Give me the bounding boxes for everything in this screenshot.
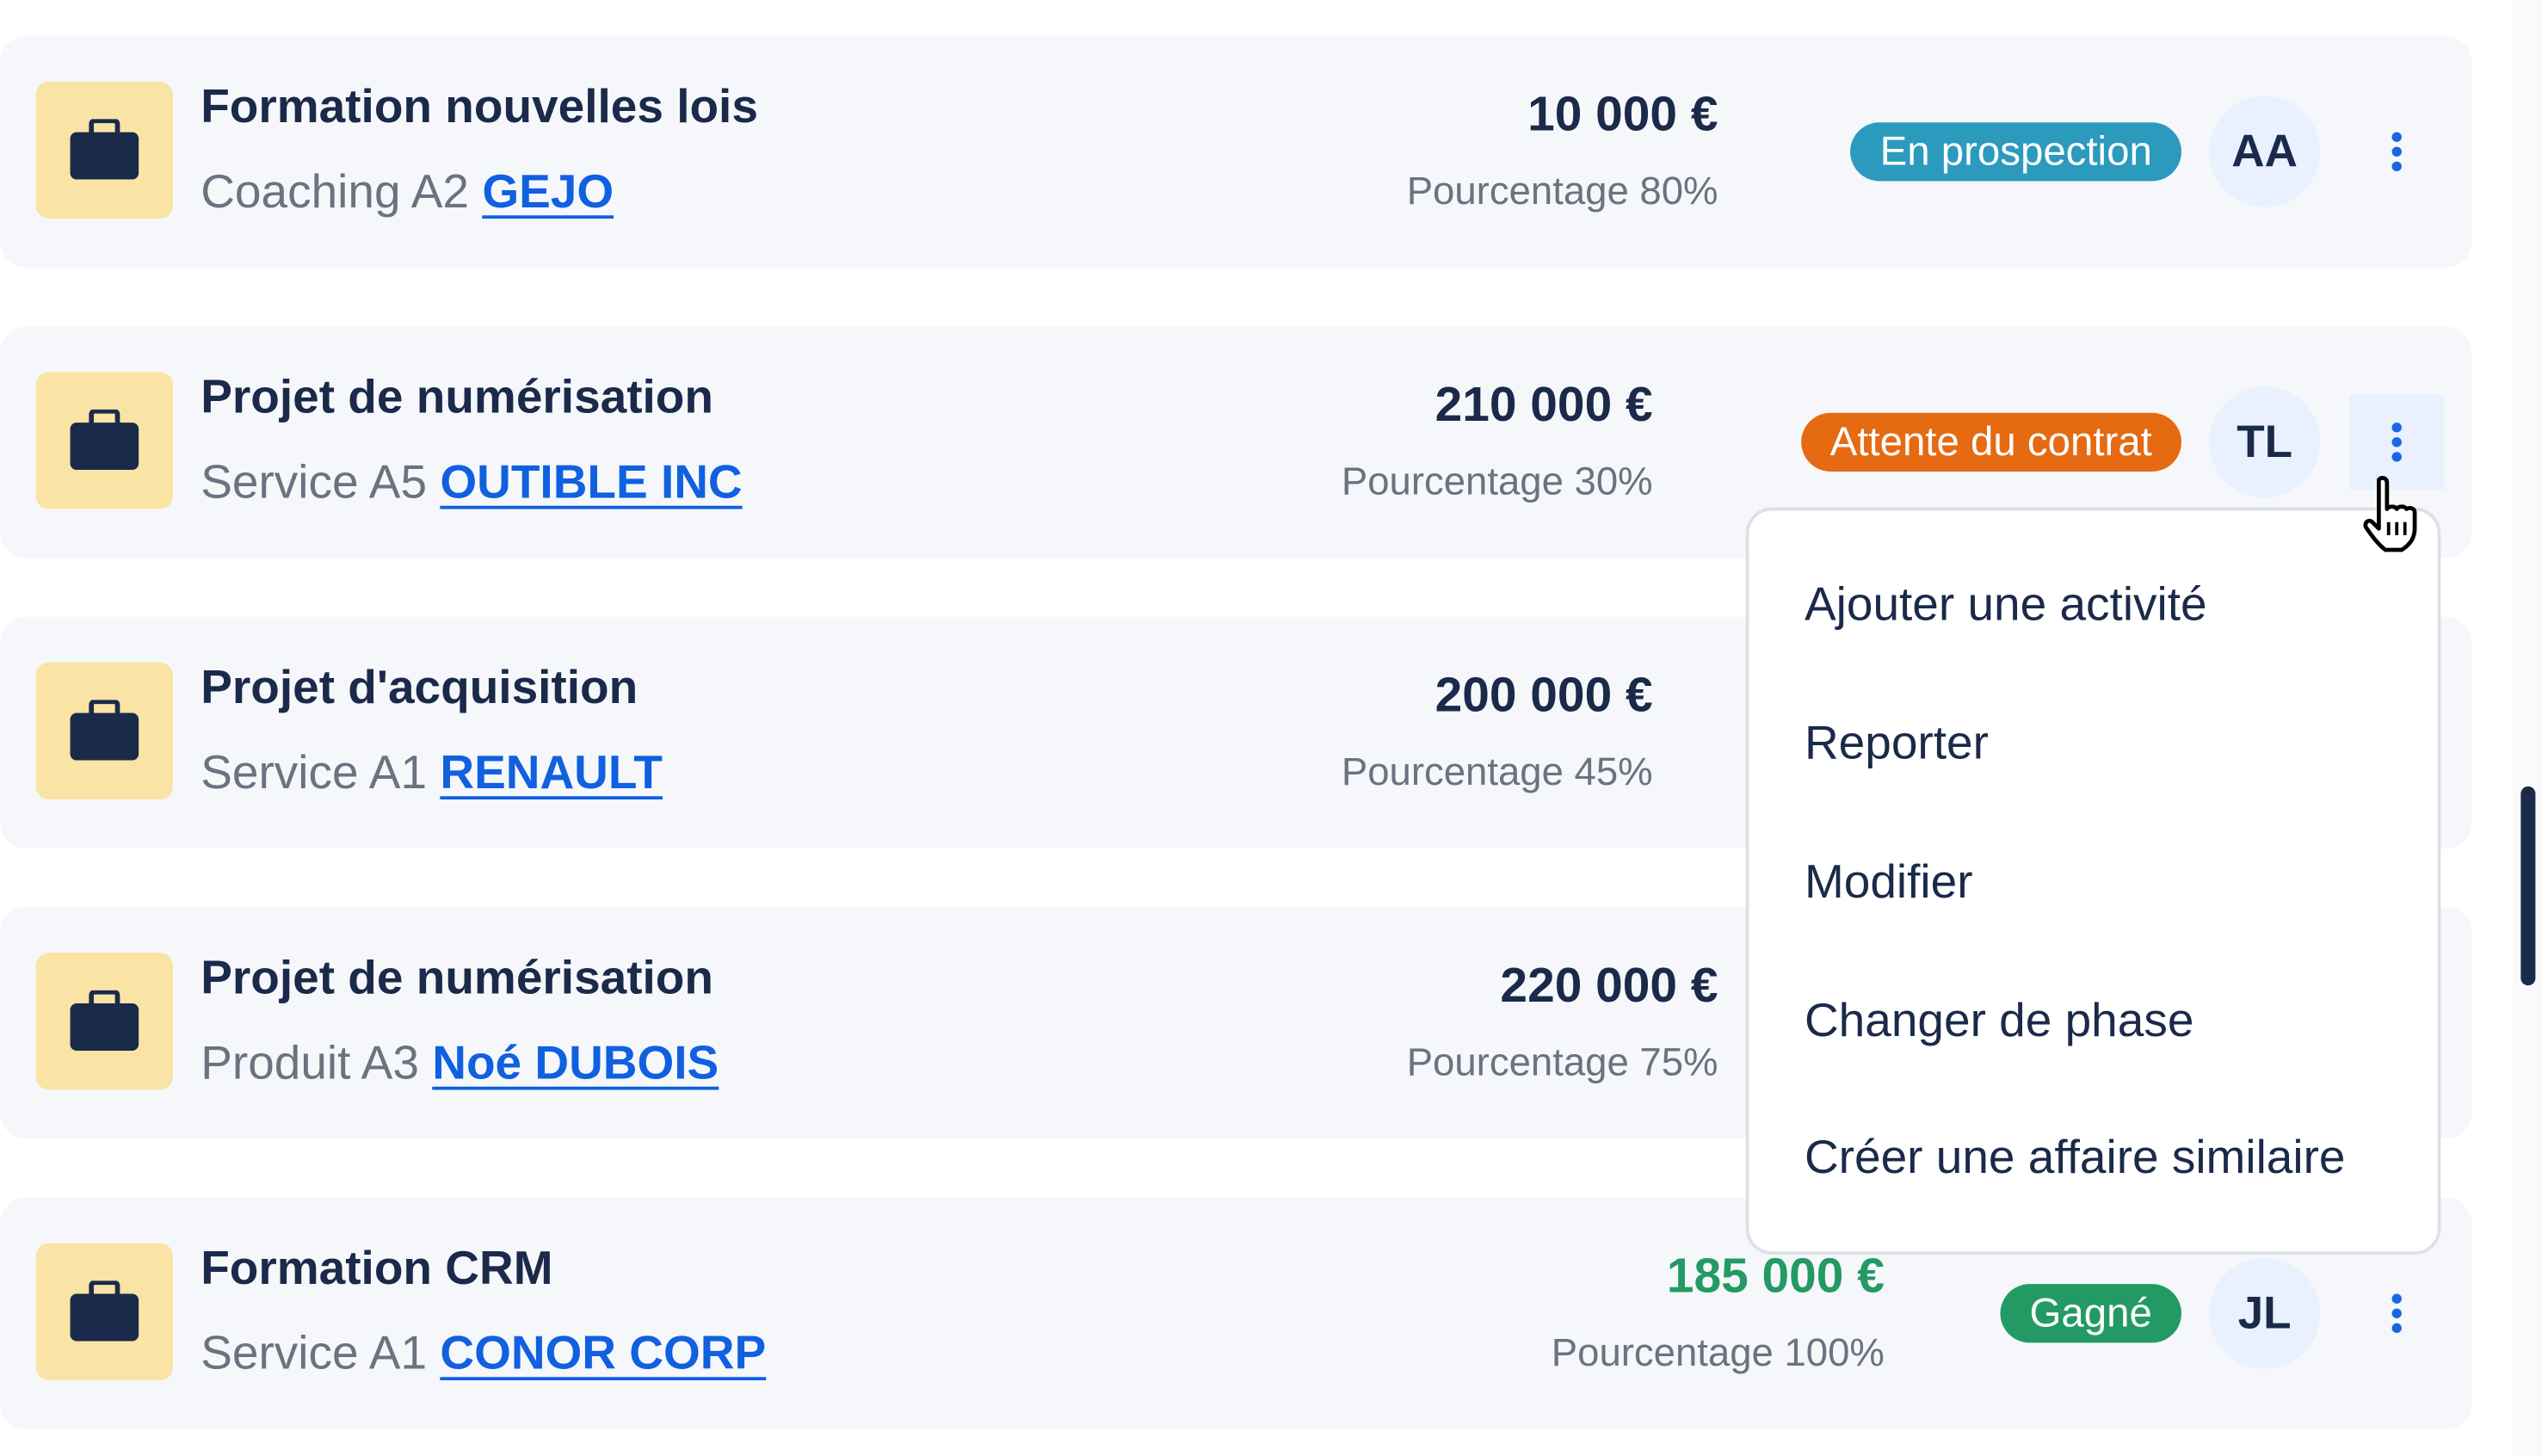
deal-card[interactable]: Formation nouvelles lois Coaching A2 GEJ… — [0, 35, 2472, 268]
deal-percentage: Pourcentage 75% — [1406, 1040, 1718, 1085]
deal-percentage: Pourcentage 45% — [1341, 750, 1653, 795]
owner-avatar[interactable]: TL — [2209, 386, 2321, 498]
briefcase-icon — [70, 700, 139, 761]
deal-title[interactable]: Projet de numérisation — [201, 372, 713, 426]
menu-item-create-similar[interactable]: Créer une affaire similaire — [1805, 1132, 2346, 1187]
deal-title[interactable]: Projet d'acquisition — [201, 663, 638, 717]
hand-cursor-icon — [2363, 476, 2417, 552]
scrollbar-thumb[interactable] — [2520, 786, 2536, 986]
more-actions-button[interactable] — [2349, 104, 2444, 199]
deal-product: Coaching A2 — [201, 166, 470, 219]
kebab-menu-icon — [2391, 423, 2402, 462]
deal-product: Service A1 — [201, 1328, 428, 1381]
deal-client-link[interactable]: Noé DUBOIS — [432, 1038, 719, 1090]
deal-subtitle: Produit A3 Noé DUBOIS — [201, 1038, 719, 1092]
deal-client-link[interactable]: RENAULT — [440, 747, 663, 799]
deal-amount: 10 000 € — [1527, 88, 1718, 142]
deal-subtitle: Service A5 OUTIBLE INC — [201, 457, 742, 511]
deal-icon-box — [35, 953, 173, 1090]
deal-actions-menu: Ajouter une activité Reporter Modifier C… — [1745, 507, 2441, 1255]
menu-item-postpone[interactable]: Reporter — [1805, 718, 1989, 772]
briefcase-icon — [70, 1280, 139, 1342]
kebab-menu-icon — [2391, 132, 2402, 172]
menu-item-edit[interactable]: Modifier — [1805, 856, 1973, 910]
deal-client-link[interactable]: GEJO — [482, 166, 614, 219]
deal-percentage: Pourcentage 30% — [1341, 460, 1653, 504]
deal-amount: 200 000 € — [1435, 669, 1653, 723]
deal-percentage: Pourcentage 100% — [1551, 1331, 1885, 1376]
deal-icon-box — [35, 372, 173, 509]
deal-product: Produit A3 — [201, 1037, 419, 1090]
deal-amount: 210 000 € — [1435, 378, 1653, 433]
deal-title[interactable]: Projet de numérisation — [201, 953, 713, 1007]
menu-item-change-phase[interactable]: Changer de phase — [1805, 996, 2193, 1050]
deal-client-link[interactable]: CONOR CORP — [440, 1328, 766, 1380]
scrollbar-track[interactable] — [2512, 0, 2542, 1456]
deal-icon-box — [35, 662, 173, 800]
deal-subtitle: Coaching A2 GEJO — [201, 166, 614, 220]
deal-title[interactable]: Formation CRM — [201, 1243, 552, 1298]
deal-product: Service A5 — [201, 456, 428, 509]
briefcase-icon — [70, 409, 139, 471]
deal-amount: 220 000 € — [1500, 959, 1718, 1014]
owner-avatar[interactable]: AA — [2209, 96, 2321, 207]
deal-subtitle: Service A1 CONOR CORP — [201, 1328, 766, 1382]
deal-percentage: Pourcentage 80% — [1406, 170, 1718, 214]
briefcase-icon — [70, 990, 139, 1052]
deal-client-link[interactable]: OUTIBLE INC — [440, 457, 742, 509]
deal-title[interactable]: Formation nouvelles lois — [201, 82, 758, 136]
more-actions-button[interactable] — [2349, 1266, 2444, 1360]
deals-list: Formation nouvelles lois Coaching A2 GEJ… — [0, 0, 2542, 1456]
owner-avatar[interactable]: JL — [2209, 1257, 2321, 1369]
menu-item-add-activity[interactable]: Ajouter une activité — [1805, 579, 2207, 633]
deal-icon-box — [35, 81, 173, 219]
kebab-menu-icon — [2391, 1293, 2402, 1334]
status-badge: Attente du contrat — [1800, 412, 2181, 472]
status-badge: En prospection — [1850, 122, 2181, 182]
deal-product: Service A1 — [201, 747, 428, 800]
deal-amount: 185 000 € — [1666, 1249, 1885, 1304]
deal-icon-box — [35, 1243, 173, 1381]
briefcase-icon — [70, 119, 139, 180]
deal-subtitle: Service A1 RENAULT — [201, 747, 663, 801]
status-badge: Gagné — [2000, 1284, 2181, 1343]
